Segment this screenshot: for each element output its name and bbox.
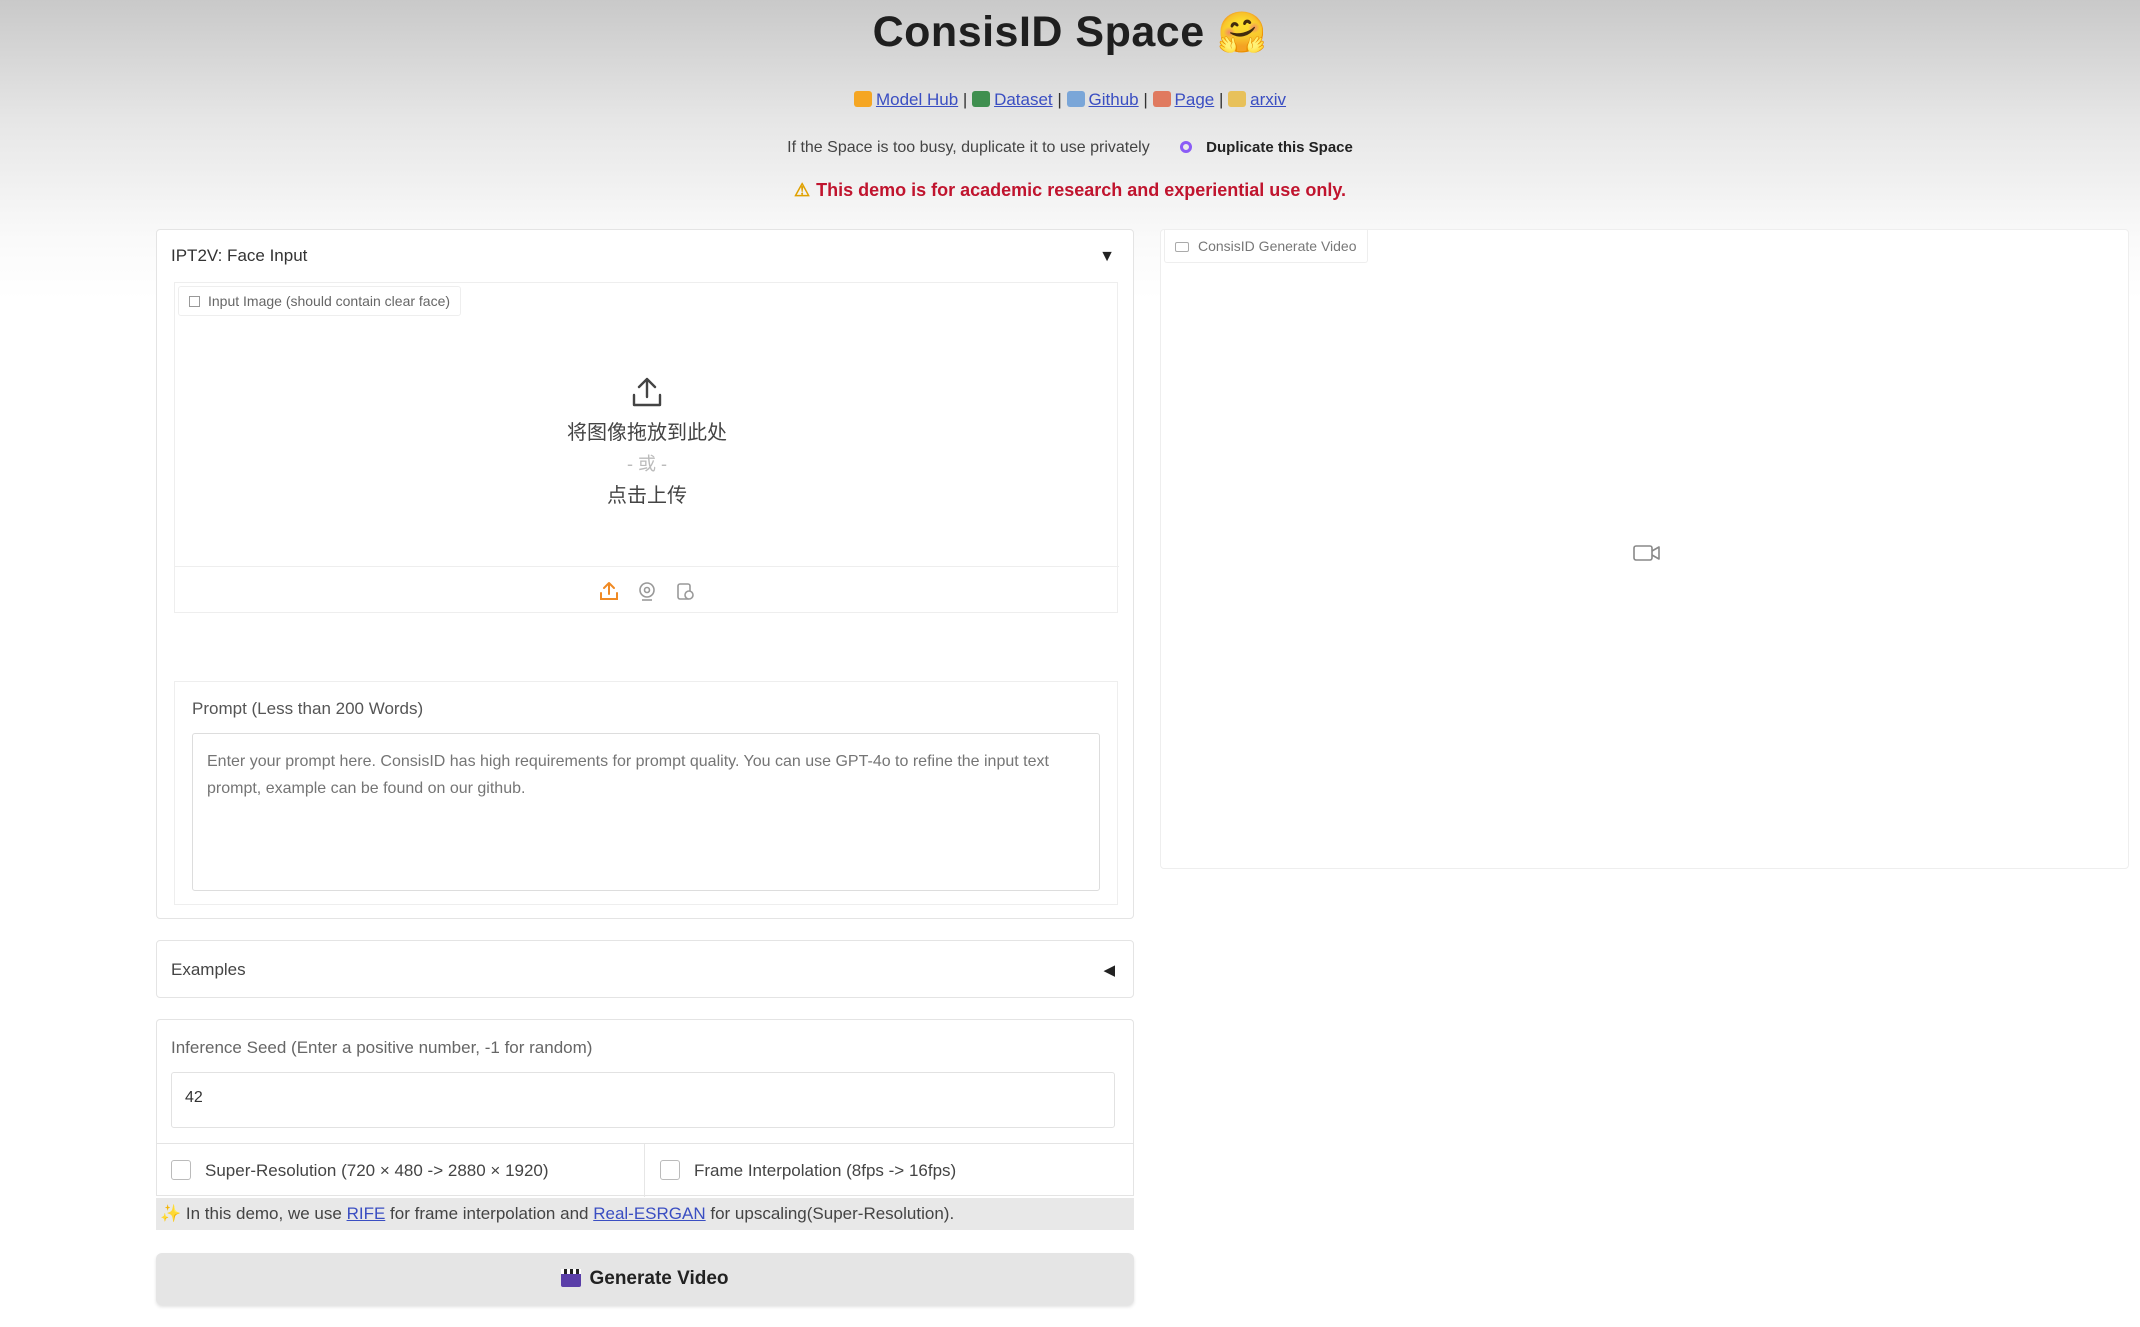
busy-notice: If the Space is too busy, duplicate it t… (0, 139, 2140, 157)
image-icon (189, 296, 200, 307)
sparkles-icon: ✨ (160, 1204, 182, 1223)
seed-input[interactable]: 42 (171, 1072, 1115, 1128)
generate-video-button[interactable]: Generate Video (156, 1253, 1134, 1305)
arxiv-link[interactable]: arxiv (1228, 90, 1286, 109)
clipboard-icon[interactable] (674, 581, 696, 601)
prompt-label: Prompt (Less than 200 Words) (192, 699, 424, 718)
examples-label: Examples (171, 960, 246, 979)
collapse-arrow-icon[interactable]: ▼ (1099, 248, 1115, 266)
duplicate-icon (1180, 141, 1193, 153)
github-link[interactable]: Github (1066, 90, 1139, 109)
frame-interpolation-label: Frame Interpolation (8fps -> 16fps) (694, 1161, 957, 1180)
expand-arrow-icon[interactable]: ◀ (1103, 961, 1115, 979)
real-esrgan-link[interactable]: Real-ESRGAN (593, 1204, 705, 1223)
warning-icon: ⚠ (793, 180, 811, 200)
page-link[interactable]: Page (1152, 90, 1214, 109)
scroll-icon (1228, 91, 1247, 107)
video-placeholder-icon (1633, 545, 1660, 561)
or-text: - 或 - (627, 454, 667, 474)
link-separator: | (1057, 90, 1062, 109)
super-resolution-checkbox[interactable] (171, 1160, 191, 1180)
examples-accordion[interactable]: Examples ◀ (156, 940, 1134, 998)
upload-source-toolbar (175, 566, 1119, 614)
seed-label: Inference Seed (Enter a positive number,… (171, 1038, 593, 1057)
books-icon (972, 91, 991, 107)
clapper-board-icon (561, 1269, 582, 1287)
busy-text: If the Space is too busy, duplicate it t… (787, 139, 1150, 156)
rife-link[interactable]: RIFE (347, 1204, 386, 1223)
frame-interpolation-checkbox[interactable] (660, 1160, 680, 1180)
face-input-accordion: IPT2V: Face Input ▼ Input Image (should … (156, 229, 1134, 919)
link-separator: | (962, 90, 968, 109)
face-input-accordion-label[interactable]: IPT2V: Face Input (171, 246, 307, 266)
webcam-icon[interactable] (636, 581, 658, 601)
upload-arrow-icon (632, 377, 662, 407)
options-row: Super-Resolution (720 × 480 -> 2880 × 19… (156, 1143, 1134, 1197)
link-separator: | (1143, 90, 1148, 109)
prompt-block: Prompt (Less than 200 Words) (174, 681, 1118, 905)
info-note: ✨ In this demo, we use RIFE for frame in… (156, 1198, 1134, 1230)
page-title: ConsisID Space 🤗 (0, 8, 2140, 57)
options-divider (644, 1144, 645, 1197)
prompt-textarea[interactable] (192, 733, 1100, 891)
super-resolution-option[interactable]: Super-Resolution (720 × 480 -> 2880 × 19… (171, 1160, 549, 1181)
hugging-face-icon (853, 91, 872, 107)
model-hub-link[interactable]: Model Hub (853, 90, 958, 109)
image-upload-dropzone[interactable]: Input Image (should contain clear face) … (174, 282, 1119, 614)
click-upload-text: 点击上传 (607, 485, 687, 507)
link-separator: | (1218, 90, 1224, 109)
header-links: Model Hub | Dataset | Github | Page | ar… (0, 90, 2140, 110)
seed-block: Inference Seed (Enter a positive number,… (156, 1019, 1134, 1144)
video-output-panel: ConsisID Generate Video (1160, 229, 2129, 869)
title-text: ConsisID Space (872, 8, 1205, 56)
duplicate-space-button[interactable]: Duplicate this Space (1180, 139, 1353, 156)
super-resolution-label: Super-Resolution (720 × 480 -> 2880 × 19… (205, 1161, 549, 1180)
drop-text: 将图像拖放到此处 (567, 422, 727, 444)
video-camera-icon (1175, 242, 1189, 252)
video-output-label: ConsisID Generate Video (1164, 230, 1368, 263)
memo-icon (1152, 91, 1171, 107)
hugging-face-emoji-icon: 🤗 (1217, 11, 1268, 55)
frame-interpolation-option[interactable]: Frame Interpolation (8fps -> 16fps) (660, 1160, 956, 1181)
upload-icon[interactable] (598, 581, 620, 601)
image-upload-label: Input Image (should contain clear face) (178, 286, 462, 316)
dataset-link[interactable]: Dataset (972, 90, 1053, 109)
building-icon (1066, 91, 1085, 107)
warning-banner: ⚠ This demo is for academic research and … (793, 180, 1346, 200)
upload-prompt[interactable]: 将图像拖放到此处 - 或 - 点击上传 (175, 375, 1119, 513)
